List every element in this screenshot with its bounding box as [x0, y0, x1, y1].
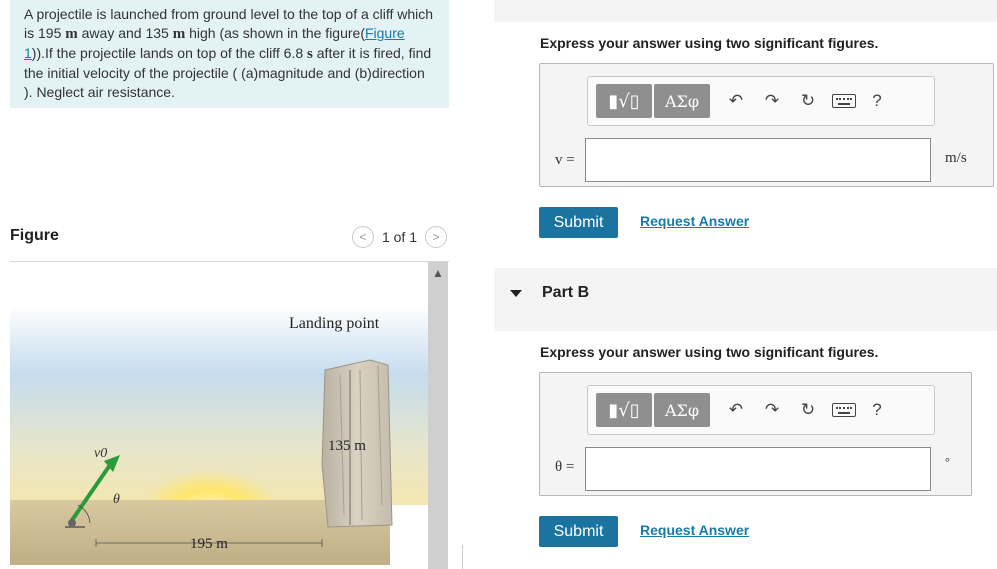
chevron-right-icon: > [432, 230, 440, 244]
part-a-header-strip [494, 0, 997, 22]
help-icon[interactable]: ? [862, 400, 892, 420]
keyboard-icon[interactable] [826, 393, 862, 427]
figure-scrollbar[interactable]: ▲ [428, 262, 448, 569]
problem-text-2: away and 135 [77, 25, 173, 41]
part-a-request-answer-link[interactable]: Request Answer [640, 213, 749, 229]
part-b-header[interactable]: Part B [494, 268, 997, 331]
part-a-answer-box: ▮√▯ ΑΣφ ↶ ↷ ↻ ? v = m/s [539, 63, 994, 187]
reset-icon[interactable]: ↻ [790, 84, 826, 118]
part-b-answer-box: ▮√▯ ΑΣφ ↶ ↷ ↻ ? θ = ° [539, 372, 972, 496]
angle-unit: ° [945, 455, 950, 469]
help-icon[interactable]: ? [862, 91, 892, 111]
velocity-unit: m/s [945, 150, 967, 166]
figure-header: Figure < 1 of 1 > [10, 222, 449, 262]
velocity-label: v0 [94, 446, 107, 461]
undo-icon[interactable]: ↶ [718, 393, 754, 427]
figure-pager: < 1 of 1 > [351, 226, 447, 248]
velocity-answer-input[interactable] [585, 138, 931, 182]
angle-label: θ [113, 492, 120, 507]
next-figure-button[interactable]: > [425, 226, 447, 248]
landing-point-label: Landing point [289, 315, 380, 332]
part-a-math-toolbar: ▮√▯ ΑΣφ ↶ ↷ ↻ ? [587, 76, 935, 126]
undo-icon[interactable]: ↶ [718, 84, 754, 118]
part-a-submit-button[interactable]: Submit [539, 207, 618, 238]
part-b-instruction: Express your answer using two significan… [540, 344, 879, 360]
part-b-title: Part B [542, 284, 590, 301]
velocity-variable-label: v = [555, 152, 575, 168]
part-b-math-toolbar: ▮√▯ ΑΣφ ↶ ↷ ↻ ? [587, 385, 935, 435]
prev-figure-button[interactable]: < [351, 226, 374, 248]
problem-text-3: high (as shown in the figure( [185, 25, 365, 41]
problem-statement: A projectile is launched from ground lev… [10, 0, 449, 108]
height-label: 135 m [328, 438, 366, 454]
figure-illustration: Landing point 135 m 195 m v0 θ [10, 305, 428, 565]
cliff-projectile-figure: Landing point 135 m 195 m v0 θ [10, 265, 428, 565]
part-b-submit-button[interactable]: Submit [539, 516, 618, 547]
redo-icon[interactable]: ↷ [754, 393, 790, 427]
chevron-up-icon[interactable]: ▲ [432, 266, 444, 280]
keyboard-icon[interactable] [826, 84, 862, 118]
part-b-request-answer-link[interactable]: Request Answer [640, 522, 749, 538]
greek-symbols-button[interactable]: ΑΣφ [654, 84, 710, 118]
unit-meters: m [65, 26, 78, 42]
angle-variable-label: θ = [555, 459, 575, 475]
angle-answer-input[interactable] [585, 447, 931, 491]
figure-page-indicator: 1 of 1 [381, 229, 417, 245]
chevron-left-icon: < [359, 230, 367, 244]
redo-icon[interactable]: ↷ [754, 84, 790, 118]
greek-symbols-button[interactable]: ΑΣφ [654, 393, 710, 427]
figure-title: Figure [10, 227, 59, 244]
unit-meters: m [172, 26, 186, 42]
reset-icon[interactable]: ↻ [790, 393, 826, 427]
collapse-triangle-icon[interactable] [510, 290, 522, 297]
column-divider [462, 545, 463, 569]
problem-text-4: )).If the projectile lands on top of the… [31, 45, 308, 61]
fraction-radical-icon[interactable]: ▮√▯ [596, 393, 652, 427]
part-a-instruction: Express your answer using two significan… [540, 35, 879, 51]
distance-label: 195 m [190, 536, 228, 552]
fraction-radical-icon[interactable]: ▮√▯ [596, 84, 652, 118]
